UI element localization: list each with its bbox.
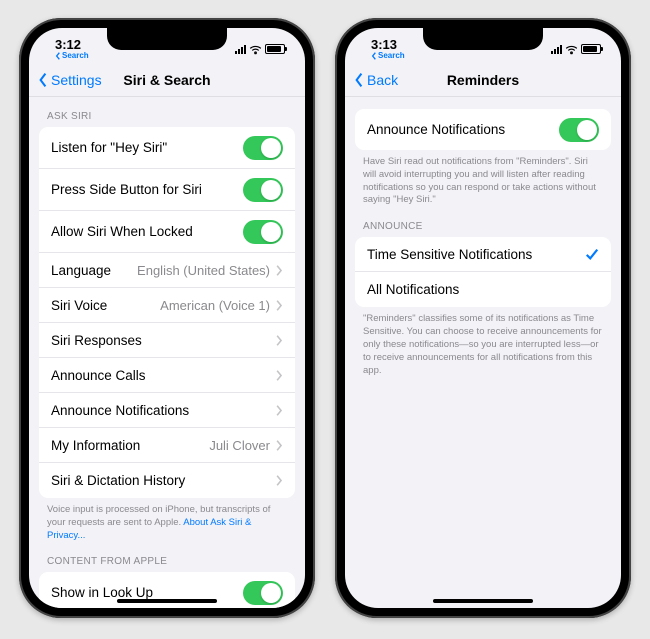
phone-left: 3:12 Search Settings Siri & Search ASK S…	[19, 18, 315, 618]
chevron-right-icon	[276, 475, 283, 486]
row-when-locked[interactable]: Allow Siri When Locked	[39, 211, 295, 253]
chevron-left-icon	[353, 72, 365, 88]
page-title: Siri & Search	[123, 72, 210, 88]
toggle-when-locked[interactable]	[243, 220, 283, 244]
battery-icon	[265, 44, 285, 54]
notch	[423, 28, 543, 50]
footer-options: "Reminders" classifies some of its notif…	[345, 307, 621, 377]
toggle-side-button[interactable]	[243, 178, 283, 202]
chevron-right-icon	[276, 300, 283, 311]
row-language[interactable]: Language English (United States)	[39, 253, 295, 288]
wifi-icon	[249, 44, 262, 54]
settings-content[interactable]: ASK SIRI Listen for "Hey Siri" Press Sid…	[29, 97, 305, 608]
breadcrumb[interactable]: Search	[371, 52, 405, 60]
section-header-ask-siri: ASK SIRI	[29, 97, 305, 127]
chevron-right-icon	[276, 265, 283, 276]
row-siri-voice[interactable]: Siri Voice American (Voice 1)	[39, 288, 295, 323]
group-announce: Announce Notifications	[355, 109, 611, 150]
notch	[107, 28, 227, 50]
status-icons	[551, 44, 601, 54]
group-announce-options: Time Sensitive Notifications All Notific…	[355, 237, 611, 307]
back-button[interactable]: Back	[353, 72, 398, 88]
row-announce-notifications[interactable]: Announce Notifications	[39, 393, 295, 428]
home-indicator[interactable]	[433, 599, 533, 603]
row-siri-responses[interactable]: Siri Responses	[39, 323, 295, 358]
toggle-hey-siri[interactable]	[243, 136, 283, 160]
signal-icon	[235, 44, 246, 54]
section-header-content: CONTENT FROM APPLE	[29, 542, 305, 572]
toggle-lookup[interactable]	[243, 581, 283, 605]
nav-bar: Settings Siri & Search	[29, 64, 305, 97]
section-header-announce: ANNOUNCE	[345, 207, 621, 237]
chevron-left-icon	[371, 52, 377, 60]
status-time: 3:12	[55, 38, 89, 52]
back-button[interactable]: Settings	[37, 72, 102, 88]
row-my-information[interactable]: My Information Juli Clover	[39, 428, 295, 463]
row-announce-calls[interactable]: Announce Calls	[39, 358, 295, 393]
page-title: Reminders	[447, 72, 519, 88]
row-history[interactable]: Siri & Dictation History	[39, 463, 295, 498]
home-indicator[interactable]	[117, 599, 217, 603]
footer-ask-siri: Voice input is processed on iPhone, but …	[29, 498, 305, 542]
row-announce-notifications[interactable]: Announce Notifications	[355, 109, 611, 150]
settings-content[interactable]: Announce Notifications Have Siri read ou…	[345, 97, 621, 608]
chevron-left-icon	[55, 52, 61, 60]
group-ask-siri: Listen for "Hey Siri" Press Side Button …	[39, 127, 295, 498]
screen: 3:12 Search Settings Siri & Search ASK S…	[29, 28, 305, 608]
chevron-right-icon	[276, 370, 283, 381]
phone-right: 3:13 Search Back Reminders	[335, 18, 631, 618]
footer-announce: Have Siri read out notifications from "R…	[345, 150, 621, 207]
row-hey-siri[interactable]: Listen for "Hey Siri"	[39, 127, 295, 169]
wifi-icon	[565, 44, 578, 54]
row-time-sensitive[interactable]: Time Sensitive Notifications	[355, 237, 611, 272]
signal-icon	[551, 44, 562, 54]
chevron-right-icon	[276, 335, 283, 346]
screen: 3:13 Search Back Reminders	[345, 28, 621, 608]
chevron-right-icon	[276, 405, 283, 416]
chevron-right-icon	[276, 440, 283, 451]
battery-icon	[581, 44, 601, 54]
chevron-left-icon	[37, 72, 49, 88]
status-icons	[235, 44, 285, 54]
toggle-announce[interactable]	[559, 118, 599, 142]
breadcrumb[interactable]: Search	[55, 52, 89, 60]
row-all-notifications[interactable]: All Notifications	[355, 272, 611, 307]
status-time: 3:13	[371, 38, 405, 52]
checkmark-icon	[585, 247, 599, 261]
row-side-button[interactable]: Press Side Button for Siri	[39, 169, 295, 211]
nav-bar: Back Reminders	[345, 64, 621, 97]
